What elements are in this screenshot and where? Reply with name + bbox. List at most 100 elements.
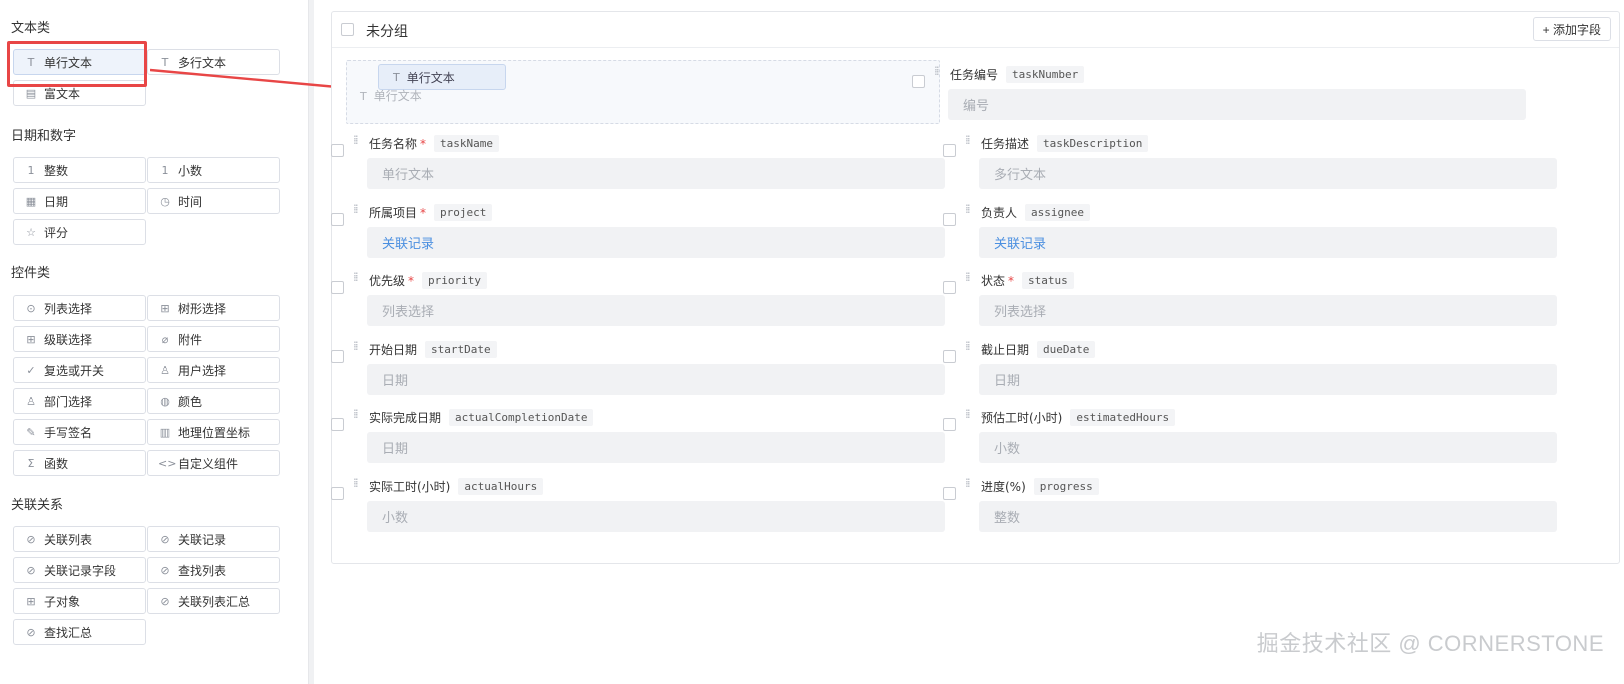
palette-item-link[interactable]: ⊘ 关联记录 bbox=[147, 526, 280, 552]
field-input-preview[interactable]: 关联记录 bbox=[367, 227, 945, 258]
palette-item-calendar[interactable]: ▦ 日期 bbox=[13, 188, 146, 214]
palette-item-label: 关联列表汇总 bbox=[178, 594, 251, 609]
palette-item-paperclip[interactable]: ⌀ 附件 bbox=[147, 326, 280, 352]
palette-item-clock[interactable]: ◷ 时间 bbox=[147, 188, 280, 214]
add-field-button[interactable]: + 添加字段 bbox=[1532, 17, 1611, 41]
palette-item-label: 级联选择 bbox=[44, 332, 93, 347]
form-field-assignee[interactable]: ⁞⁞ 负责人 assignee 关联记录 bbox=[943, 201, 1557, 263]
field-checkbox[interactable] bbox=[943, 487, 956, 500]
field-label: 任务名称 bbox=[369, 137, 418, 151]
palette-item-cascade[interactable]: ⊞ 级联选择 bbox=[13, 326, 146, 352]
field-checkbox[interactable] bbox=[331, 213, 344, 226]
palette-item-link[interactable]: ⊘ 关联记录字段 bbox=[13, 557, 146, 583]
text-icon: T bbox=[161, 55, 169, 69]
field-checkbox[interactable] bbox=[331, 487, 344, 500]
drag-handle-icon[interactable]: ⁞⁞ bbox=[965, 134, 975, 146]
field-input-preview[interactable]: 关联记录 bbox=[979, 227, 1557, 258]
field-input-preview[interactable]: 单行文本 bbox=[367, 158, 945, 189]
form-field-progress[interactable]: ⁞⁞ 进度(%) progress 整数 bbox=[943, 475, 1557, 537]
field-input-preview[interactable]: 列表选择 bbox=[979, 295, 1557, 326]
field-input-preview[interactable]: 列表选择 bbox=[367, 295, 945, 326]
drag-handle-icon[interactable]: ⁞⁞ bbox=[353, 477, 363, 489]
group-checkbox[interactable] bbox=[341, 23, 354, 36]
field-input-preview[interactable]: 整数 bbox=[979, 501, 1557, 532]
palette-item-check-circle[interactable]: ⊙ 列表选择 bbox=[13, 295, 146, 321]
form-field-priority[interactable]: ⁞⁞ 优先级 * priority 列表选择 bbox=[331, 269, 945, 331]
form-field-startDate[interactable]: ⁞⁞ 开始日期 startDate 日期 bbox=[331, 338, 945, 400]
palette-item-sigma[interactable]: Σ 函数 bbox=[13, 450, 146, 476]
drag-handle-icon[interactable]: ⁞⁞ bbox=[965, 340, 975, 352]
field-label-row: 预估工时(小时) estimatedHours bbox=[981, 409, 1176, 426]
palette-item-user[interactable]: ♙ 用户选择 bbox=[147, 357, 280, 383]
drag-handle-icon[interactable]: ⁞⁞ bbox=[353, 408, 363, 420]
link-icon: ⊘ bbox=[26, 625, 36, 639]
drag-handle-icon[interactable]: ⁞⁞ bbox=[965, 203, 975, 215]
palette-item-palette[interactable]: ◍ 颜色 bbox=[147, 388, 280, 414]
palette-item-link[interactable]: ⊘ 查找汇总 bbox=[13, 619, 146, 645]
form-field-dueDate[interactable]: ⁞⁞ 截止日期 dueDate 日期 bbox=[943, 338, 1557, 400]
drag-handle-icon[interactable]: ⁞⁞ bbox=[965, 271, 975, 283]
drag-handle-icon[interactable]: ⁞⁞ bbox=[934, 65, 944, 77]
drag-handle-icon[interactable]: ⁞⁞ bbox=[353, 271, 363, 283]
field-checkbox[interactable] bbox=[943, 144, 956, 157]
field-input-preview[interactable]: 日期 bbox=[367, 364, 945, 395]
field-input-preview[interactable]: 日期 bbox=[367, 432, 945, 463]
field-checkbox[interactable] bbox=[331, 144, 344, 157]
palette-item-pen[interactable]: ✎ 手写签名 bbox=[13, 419, 146, 445]
highlight-annotation bbox=[7, 41, 147, 87]
drag-handle-icon[interactable]: ⁞⁞ bbox=[353, 340, 363, 352]
form-field-taskDescription[interactable]: ⁞⁞ 任务描述 taskDescription 多行文本 bbox=[943, 132, 1557, 194]
field-input-preview[interactable]: 多行文本 bbox=[979, 158, 1557, 189]
palette-item-code[interactable]: <> 自定义组件 bbox=[147, 450, 280, 476]
palette-divider[interactable] bbox=[308, 0, 314, 684]
group-title: 未分组 bbox=[366, 24, 408, 40]
field-checkbox[interactable] bbox=[943, 418, 956, 431]
palette-item-tree[interactable]: ⊞ 树形选择 bbox=[147, 295, 280, 321]
palette-item-star[interactable]: ☆ 评分 bbox=[13, 219, 146, 245]
field-checkbox[interactable] bbox=[331, 418, 344, 431]
field-checkbox[interactable] bbox=[943, 350, 956, 363]
map-icon: ▥ bbox=[159, 425, 171, 439]
drag-handle-icon[interactable]: ⁞⁞ bbox=[965, 408, 975, 420]
field-checkbox[interactable] bbox=[912, 75, 925, 88]
palette-item-label: 查找汇总 bbox=[44, 625, 93, 640]
link-icon: ⊘ bbox=[160, 563, 170, 577]
field-input-preview[interactable]: 小数 bbox=[979, 432, 1557, 463]
form-field-status[interactable]: ⁞⁞ 状态 * status 列表选择 bbox=[943, 269, 1557, 331]
palette-item-map[interactable]: ▥ 地理位置坐标 bbox=[147, 419, 280, 445]
form-field-actualCompletionDate[interactable]: ⁞⁞ 实际完成日期 actualCompletionDate 日期 bbox=[331, 406, 945, 468]
palette-item-integer[interactable]: 1 整数 bbox=[13, 157, 146, 183]
palette-item-checkmark[interactable]: ✓ 复选或开关 bbox=[13, 357, 146, 383]
field-checkbox[interactable] bbox=[331, 350, 344, 363]
form-field-project[interactable]: ⁞⁞ 所属项目 * project 关联记录 bbox=[331, 201, 945, 263]
field-key: taskNumber bbox=[1006, 66, 1085, 83]
field-input-preview[interactable]: 编号 bbox=[948, 89, 1526, 120]
paperclip-icon: ⌀ bbox=[161, 332, 169, 346]
form-field-estimatedHours[interactable]: ⁞⁞ 预估工时(小时) estimatedHours 小数 bbox=[943, 406, 1557, 468]
palette-item-link[interactable]: ⊘ 查找列表 bbox=[147, 557, 280, 583]
form-field-taskNumber[interactable]: ⁞⁞ 任务编号 taskNumber 编号 bbox=[912, 63, 1526, 125]
drag-handle-icon[interactable]: ⁞⁞ bbox=[353, 134, 363, 146]
palette-item-link[interactable]: ⊘ 关联列表汇总 bbox=[147, 588, 280, 614]
palette-item-label: 颜色 bbox=[178, 394, 203, 409]
form-field-taskName[interactable]: ⁞⁞ 任务名称 * taskName 单行文本 bbox=[331, 132, 945, 194]
field-input-preview[interactable]: 日期 bbox=[979, 364, 1557, 395]
palette-item-label: 自定义组件 bbox=[178, 456, 239, 471]
palette-item-label: 用户选择 bbox=[178, 363, 227, 378]
palette-item-link[interactable]: ⊘ 关联列表 bbox=[13, 526, 146, 552]
palette-item-decimal[interactable]: 1 小数 bbox=[147, 157, 280, 183]
form-field-actualHours[interactable]: ⁞⁞ 实际工时(小时) actualHours 小数 bbox=[331, 475, 945, 537]
drag-handle-icon[interactable]: ⁞⁞ bbox=[965, 477, 975, 489]
field-checkbox[interactable] bbox=[943, 281, 956, 294]
field-label-row: 任务名称 * taskName bbox=[369, 135, 499, 152]
drag-handle-icon[interactable]: ⁞⁞ bbox=[353, 203, 363, 215]
field-input-preview[interactable]: 小数 bbox=[367, 501, 945, 532]
field-checkbox[interactable] bbox=[943, 213, 956, 226]
field-label-row: 实际工时(小时) actualHours bbox=[369, 478, 544, 495]
field-key: taskName bbox=[434, 135, 499, 152]
palette-section-title: 日期和数字 bbox=[11, 129, 77, 144]
field-key: actualHours bbox=[458, 478, 544, 495]
palette-item-department[interactable]: ♙ 部门选择 bbox=[13, 388, 146, 414]
field-checkbox[interactable] bbox=[331, 281, 344, 294]
palette-item-tree[interactable]: ⊞ 子对象 bbox=[13, 588, 146, 614]
